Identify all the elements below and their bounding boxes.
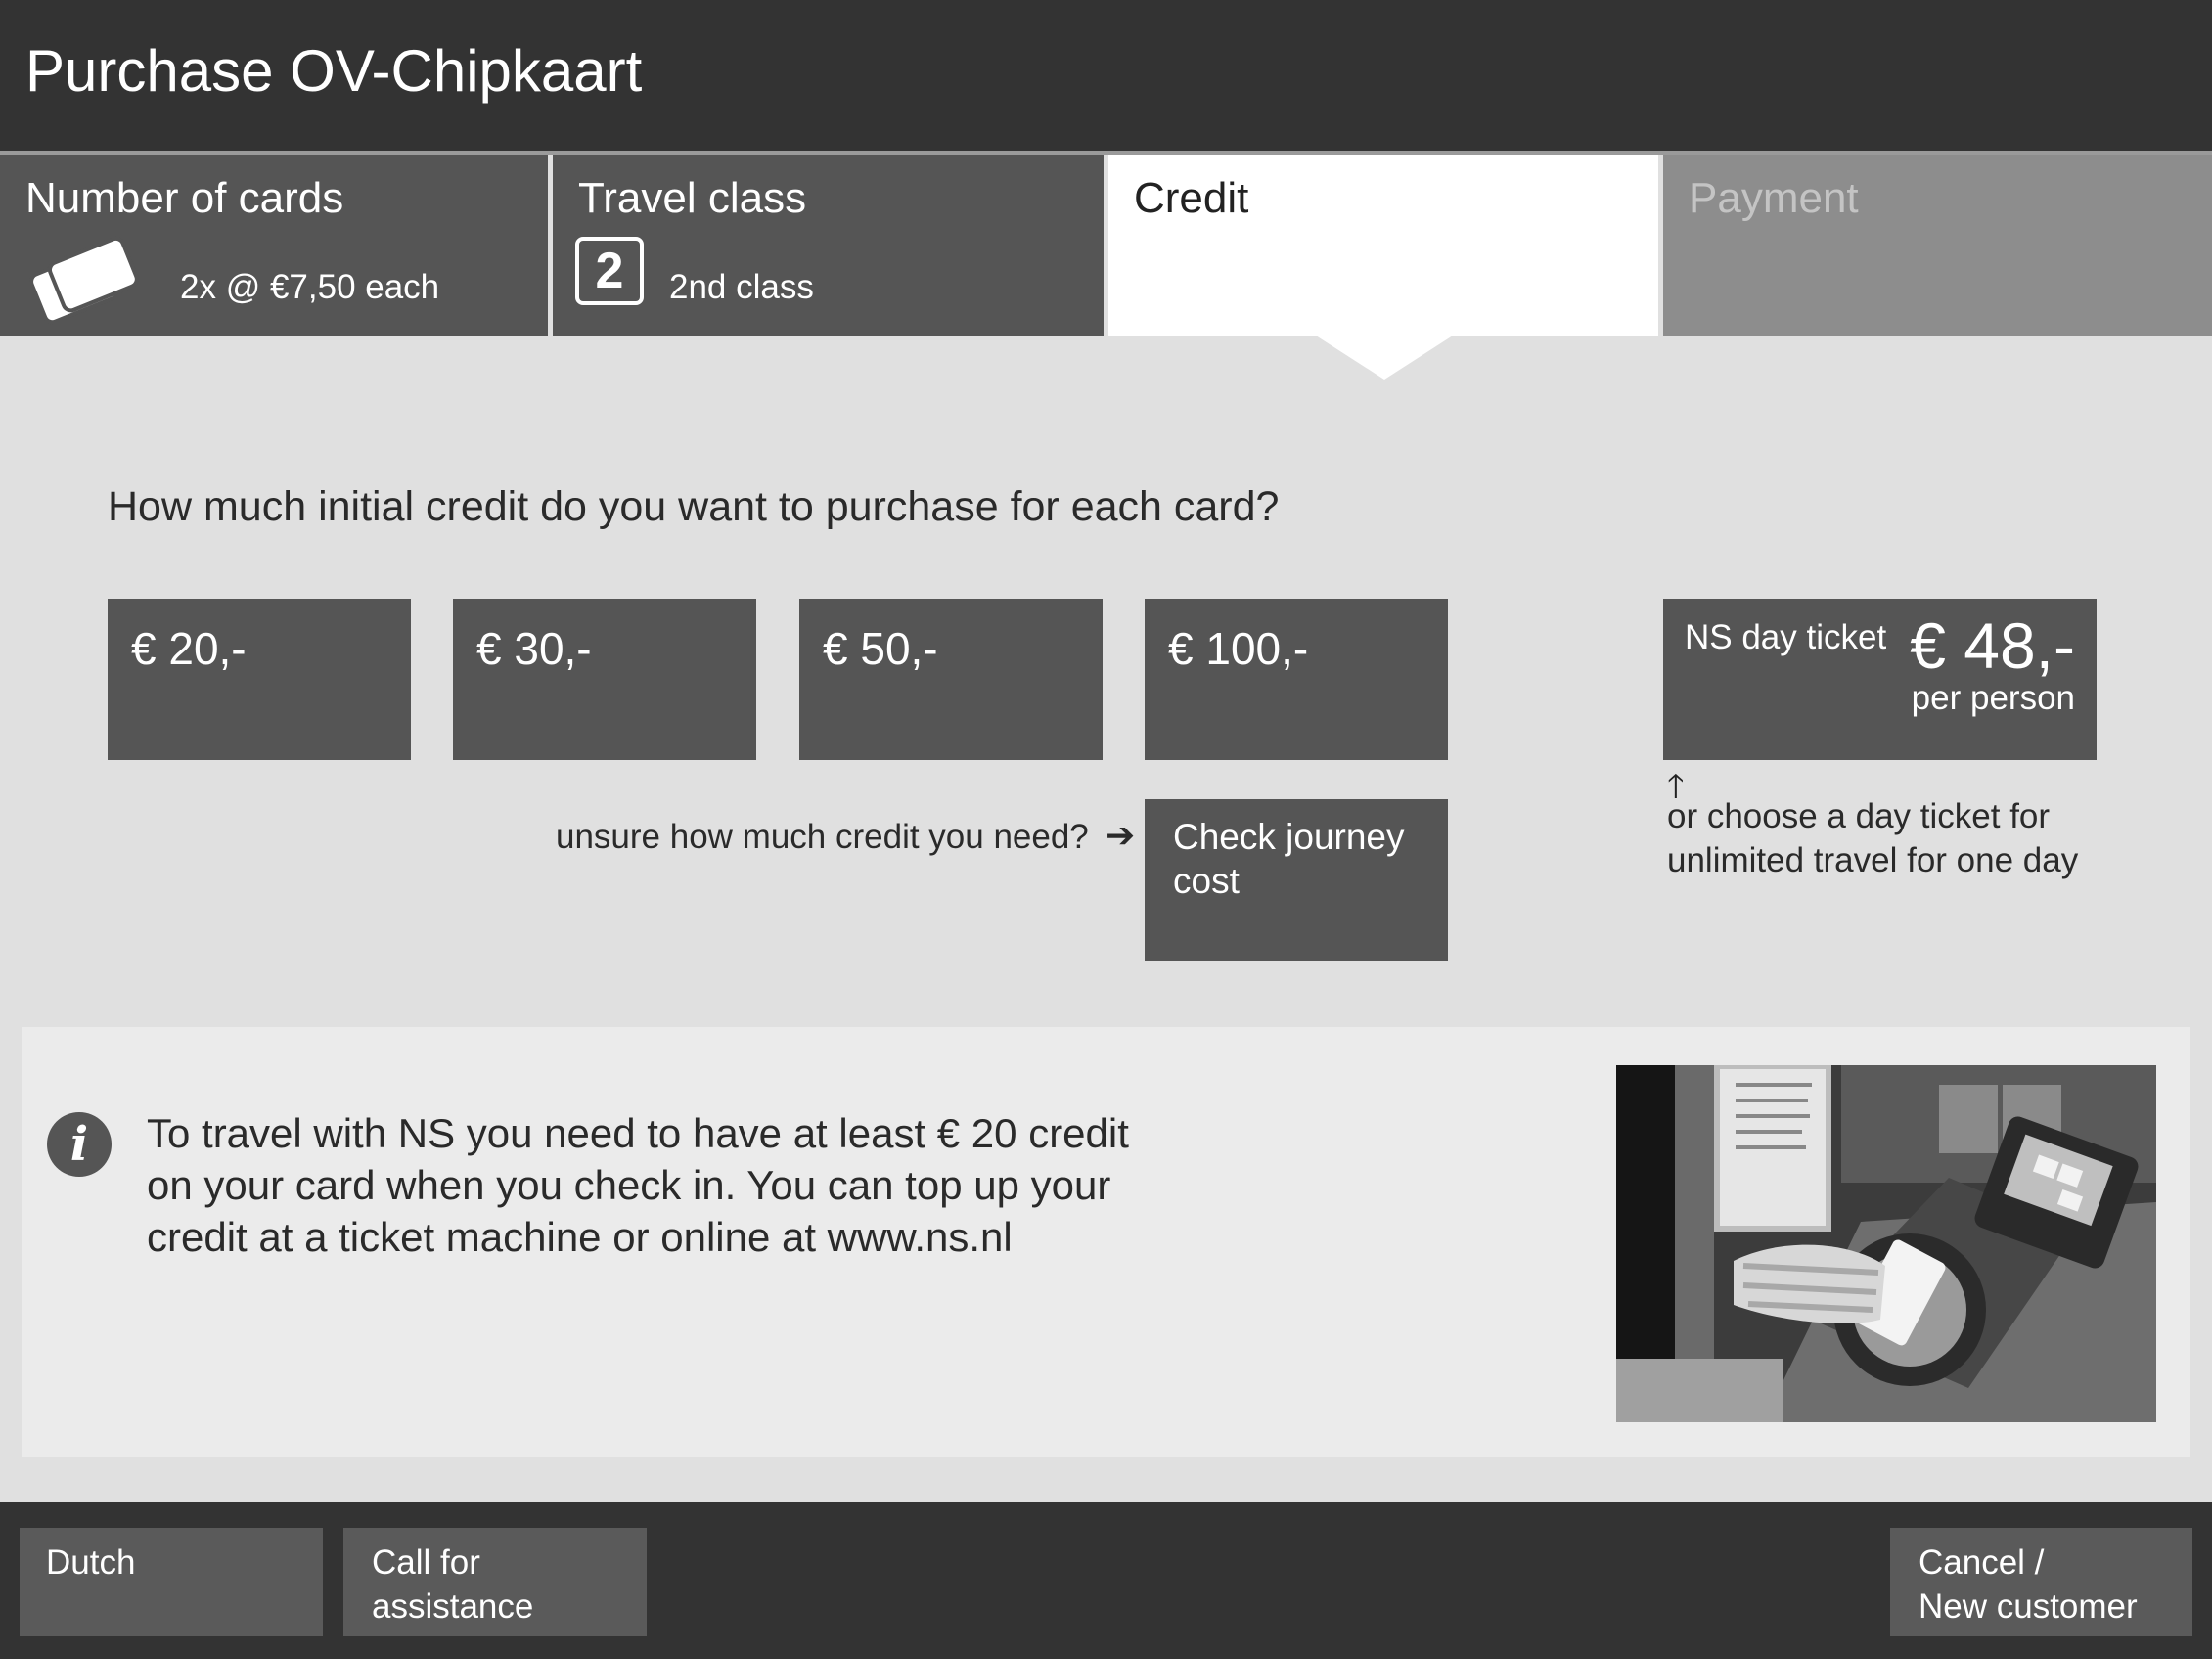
day-ticket-price: € 48,- xyxy=(1910,609,2075,682)
cards-icon xyxy=(29,236,139,325)
step-number-of-cards[interactable]: Number of cards 2x @ €7,50 each xyxy=(0,155,548,336)
credit-20-button[interactable]: € 20,- xyxy=(108,599,411,760)
credit-50-button[interactable]: € 50,- xyxy=(799,599,1103,760)
step-title: Payment xyxy=(1689,174,1859,222)
button-label-line1: Check journey xyxy=(1173,817,1405,857)
day-ticket-hint: or choose a day ticket for unlimited tra… xyxy=(1667,794,2127,882)
footer-bar xyxy=(0,1502,2212,1659)
class-badge-icon: 2 xyxy=(575,237,644,305)
button-label-line1: Call for xyxy=(372,1544,480,1582)
button-label: Dutch xyxy=(46,1544,136,1582)
unsure-prompt: unsure how much credit you need? xyxy=(556,818,1089,856)
button-label-line1: Cancel / xyxy=(1919,1544,2045,1582)
amount-label: € 50,- xyxy=(823,623,938,674)
button-label-line2: assistance xyxy=(372,1588,534,1626)
amount-label: € 100,- xyxy=(1168,623,1309,674)
day-ticket-button[interactable]: NS day ticket € 48,- per person xyxy=(1663,599,2097,760)
check-journey-cost-button[interactable]: Check journey cost xyxy=(1145,799,1448,961)
step-payment: Payment xyxy=(1663,155,2212,336)
step-title: Credit xyxy=(1134,174,1249,222)
info-icon: i xyxy=(47,1112,112,1177)
cards-detail: 2x @ €7,50 each xyxy=(180,268,440,306)
card-reader-photo xyxy=(1616,1065,2156,1422)
info-line: on your card when you check in. You can … xyxy=(147,1162,1111,1208)
day-ticket-label: NS day ticket xyxy=(1685,618,1887,656)
cancel-new-customer-button[interactable]: Cancel / New customer xyxy=(1890,1528,2192,1636)
step-travel-class[interactable]: Travel class 2 2nd class xyxy=(553,155,1104,336)
class-detail: 2nd class xyxy=(669,268,814,306)
page-title: Purchase OV-Chipkaart xyxy=(25,38,643,104)
info-line: To travel with NS you need to have at le… xyxy=(147,1110,1129,1156)
step-credit[interactable]: Credit xyxy=(1108,155,1658,336)
button-label-line2: cost xyxy=(1173,861,1240,901)
language-dutch-button[interactable]: Dutch xyxy=(20,1528,323,1636)
amount-label: € 30,- xyxy=(476,623,592,674)
amount-label: € 20,- xyxy=(131,623,247,674)
step-title: Number of cards xyxy=(25,174,344,222)
step-title: Travel class xyxy=(578,174,807,222)
arrow-right-icon: ➔ xyxy=(1106,815,1136,855)
credit-30-button[interactable]: € 30,- xyxy=(453,599,756,760)
call-assistance-button[interactable]: Call for assistance xyxy=(343,1528,647,1636)
credit-100-button[interactable]: € 100,- xyxy=(1145,599,1448,760)
hint-line2: unlimited travel for one day xyxy=(1667,841,2079,879)
day-ticket-per-person: per person xyxy=(1911,679,2075,717)
button-label-line2: New customer xyxy=(1919,1588,2138,1626)
hint-line1: or choose a day ticket for xyxy=(1667,797,2051,835)
credit-question: How much initial credit do you want to p… xyxy=(108,483,1280,530)
info-line: credit at a ticket machine or online at … xyxy=(147,1214,1013,1260)
active-step-pointer xyxy=(1316,336,1453,380)
info-text: To travel with NS you need to have at le… xyxy=(147,1107,1301,1263)
